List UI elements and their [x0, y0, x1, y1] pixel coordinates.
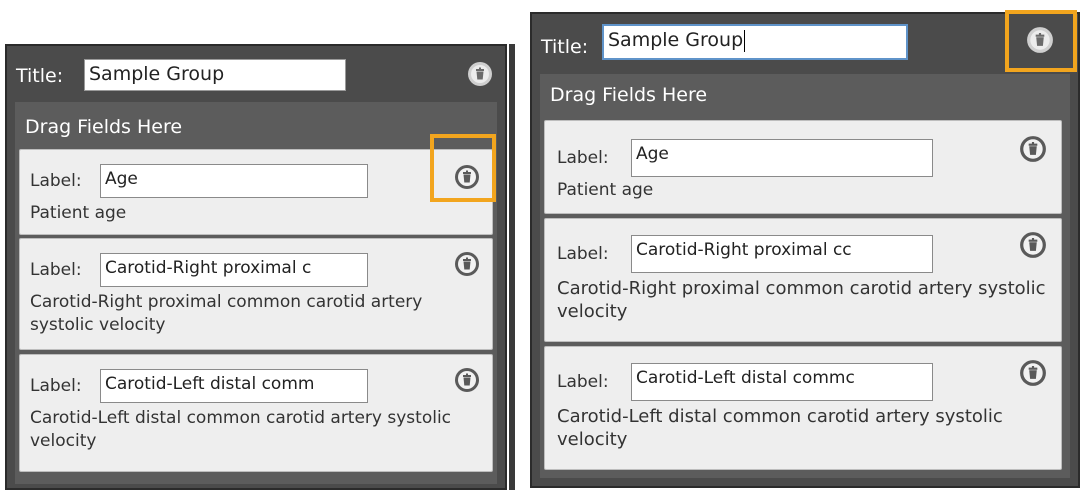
field-label-caption: Label:: [557, 148, 609, 168]
panel-divider: [509, 44, 515, 490]
field-delete-trash-icon[interactable]: [1019, 359, 1047, 387]
drag-fields-area[interactable]: Drag Fields Here Label: Age Patient age …: [15, 102, 497, 484]
field-label-caption: Label:: [30, 171, 82, 191]
field-label-input[interactable]: Carotid-Left distal commc: [631, 363, 933, 401]
field-card[interactable]: Label: Carotid-Right proximal c Carotid-…: [19, 238, 493, 350]
field-description: Carotid-Right proximal common carotid ar…: [30, 292, 423, 335]
field-description: Patient age: [557, 180, 654, 200]
field-delete-trash-icon[interactable]: [1019, 231, 1047, 259]
field-description: Patient age: [30, 203, 127, 223]
field-card[interactable]: Label: Carotid-Right proximal cc Carotid…: [544, 218, 1062, 342]
field-label-input[interactable]: Carotid-Right proximal cc: [631, 235, 933, 273]
field-card[interactable]: Label: Age Patient age: [19, 149, 493, 235]
group-title-input[interactable]: Sample Group: [602, 24, 908, 60]
title-input-value: Sample Group: [608, 29, 744, 51]
field-delete-trash-icon[interactable]: [1019, 135, 1047, 163]
field-delete-trash-icon[interactable]: [454, 164, 480, 190]
field-label-caption: Label:: [30, 376, 82, 396]
field-label-input[interactable]: Age: [631, 139, 933, 177]
field-description: Carotid-Left distal common carotid arter…: [557, 406, 1003, 450]
title-label: Title:: [541, 36, 589, 58]
field-label-caption: Label:: [557, 244, 609, 264]
field-description: Carotid-Right proximal common carotid ar…: [557, 278, 1046, 322]
field-label-caption: Label:: [30, 260, 82, 280]
field-label-input[interactable]: Age: [100, 164, 368, 198]
drag-fields-label: Drag Fields Here: [25, 116, 183, 138]
field-card[interactable]: Label: Carotid-Left distal comm Carotid-…: [19, 354, 493, 472]
field-label-input[interactable]: Carotid-Right proximal c: [100, 253, 368, 287]
field-card[interactable]: Label: Carotid-Left distal commc Carotid…: [544, 346, 1062, 470]
group-panel-left: Title: Sample Group Drag Fields Here Lab…: [5, 44, 507, 490]
text-caret: [744, 29, 746, 52]
field-card[interactable]: Label: Age Patient age: [544, 120, 1062, 214]
field-delete-trash-icon[interactable]: [454, 367, 480, 393]
field-description: Carotid-Left distal common carotid arter…: [30, 408, 452, 451]
field-label-input[interactable]: Carotid-Left distal comm: [100, 369, 368, 403]
drag-fields-area[interactable]: Drag Fields Here Label: Age Patient age …: [540, 74, 1070, 478]
title-label: Title:: [16, 65, 64, 87]
group-delete-trash-icon[interactable]: [1026, 26, 1054, 54]
field-label-caption: Label:: [557, 372, 609, 392]
group-title-input[interactable]: Sample Group: [84, 59, 346, 91]
group-delete-trash-icon[interactable]: [467, 61, 493, 87]
drag-fields-label: Drag Fields Here: [550, 84, 708, 106]
group-panel-right: Title: Sample Group Drag Fields Here Lab…: [530, 12, 1080, 488]
field-delete-trash-icon[interactable]: [454, 251, 480, 277]
